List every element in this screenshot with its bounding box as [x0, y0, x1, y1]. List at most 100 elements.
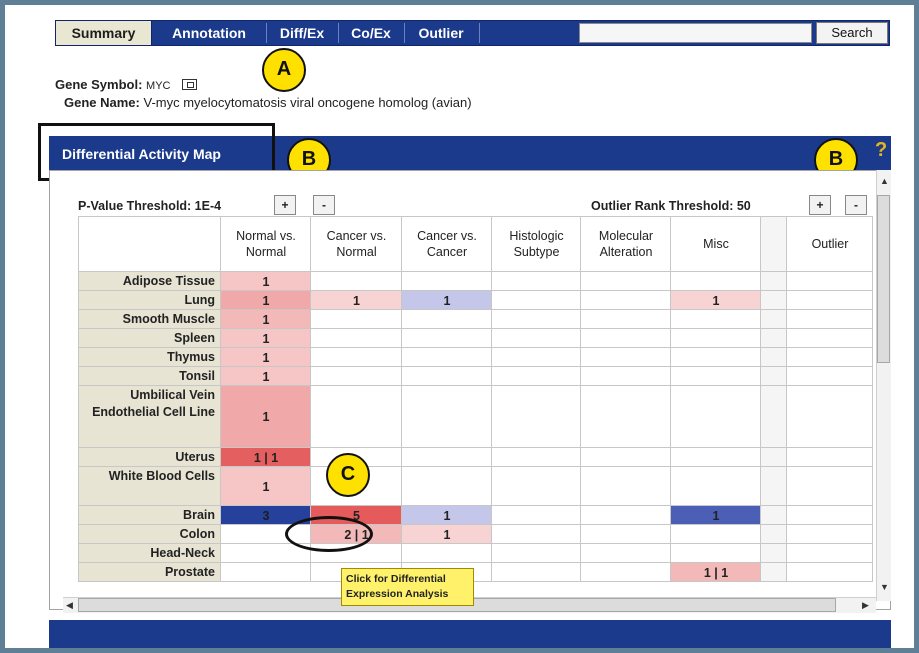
grid-corner [78, 216, 221, 272]
table-cell [492, 544, 581, 563]
row-label: Lung [184, 293, 215, 307]
table-cell [671, 467, 761, 506]
cell-value[interactable]: 1 [221, 291, 311, 311]
table-cell [492, 329, 581, 348]
table-cell [581, 525, 671, 544]
cell-value[interactable]: 1 [221, 272, 311, 292]
gene-name-label: Gene Name: [64, 95, 140, 110]
tab-outlier[interactable]: Outlier [405, 21, 477, 45]
tab-coex[interactable]: Co/Ex [339, 21, 403, 45]
cell-value[interactable]: 1 [311, 291, 402, 311]
row-label: Thymus [167, 350, 215, 364]
table-cell [787, 563, 873, 582]
table-cell [671, 525, 761, 544]
cell-value[interactable]: 1 [671, 506, 761, 526]
table-cell [671, 348, 761, 367]
table-cell [761, 544, 787, 563]
scroll-left-icon[interactable]: ◀ [66, 600, 73, 611]
cell-value[interactable]: 1 | 1 [671, 563, 761, 583]
table-cell [492, 291, 581, 310]
table-cell [581, 506, 671, 525]
pvalue-plus-button[interactable]: + [274, 195, 296, 215]
table-cell [761, 291, 787, 310]
table-cell [671, 329, 761, 348]
scroll-down-icon[interactable]: ▼ [880, 582, 889, 592]
vertical-scroll-thumb[interactable] [877, 195, 890, 363]
cell-value[interactable]: 1 [671, 291, 761, 311]
gene-name-value: V-myc myelocytomatosis viral oncogene ho… [143, 95, 472, 110]
cell-value[interactable]: 1 [221, 477, 311, 497]
row-label: Prostate [164, 565, 215, 579]
cell-value[interactable]: 1 [221, 310, 311, 330]
table-cell [761, 386, 787, 448]
cell-value[interactable]: 1 [221, 329, 311, 349]
frame-border [0, 648, 919, 653]
table-cell [761, 329, 787, 348]
column-header[interactable]: Outlier [787, 236, 873, 252]
table-cell [311, 329, 402, 348]
outlier-plus-button[interactable]: + [809, 195, 831, 215]
table-cell [311, 348, 402, 367]
table-cell [761, 506, 787, 525]
table-cell [492, 367, 581, 386]
table-cell [787, 329, 873, 348]
cell-value[interactable]: 1 | 1 [221, 448, 311, 468]
table-cell [761, 525, 787, 544]
column-header[interactable]: Normal vs. Normal [221, 228, 311, 260]
outlier-minus-button[interactable]: - [845, 195, 867, 215]
row-label: Umbilical Vein Endothelial Cell Line [92, 388, 215, 419]
table-cell [787, 367, 873, 386]
cell-value[interactable]: 1 [402, 291, 492, 311]
table-cell [787, 386, 873, 448]
table-cell [581, 563, 671, 582]
search-input[interactable] [579, 23, 812, 43]
table-cell [402, 544, 492, 563]
folder-icon[interactable] [182, 79, 198, 90]
row-label: Head-Neck [150, 546, 215, 560]
table-cell [311, 310, 402, 329]
column-header[interactable]: Histologic Subtype [492, 228, 581, 260]
cell-value[interactable]: 1 [402, 506, 492, 526]
pvalue-minus-button[interactable]: - [313, 195, 335, 215]
cell-value[interactable]: 1 [221, 348, 311, 368]
table-cell [402, 448, 492, 467]
table-cell [402, 272, 492, 291]
row-label: Spleen [174, 331, 215, 345]
column-header[interactable]: Cancer vs. Cancer [402, 228, 492, 260]
pvalue-threshold: P-Value Threshold: 1E-4 [78, 199, 222, 213]
table-cell [787, 467, 873, 506]
column-header[interactable]: Misc [671, 236, 761, 252]
column-header[interactable]: Cancer vs. Normal [311, 228, 402, 260]
table-cell [787, 291, 873, 310]
table-cell [492, 506, 581, 525]
table-cell [671, 386, 761, 448]
table-cell [581, 544, 671, 563]
table-cell [311, 386, 402, 448]
table-cell [787, 310, 873, 329]
row-label: Adipose Tissue [122, 274, 215, 288]
scroll-right-icon[interactable]: ▶ [862, 600, 869, 611]
table-cell [787, 506, 873, 525]
tab-summary[interactable]: Summary [56, 21, 152, 45]
help-icon[interactable]: ? [875, 139, 887, 162]
row-label: White Blood Cells [108, 469, 215, 483]
gene-symbol-label: Gene Symbol: [55, 77, 143, 92]
tab-diffex[interactable]: Diff/Ex [267, 21, 337, 45]
tab-separator [479, 23, 480, 43]
table-cell [761, 467, 787, 506]
cell-value[interactable]: 1 [221, 367, 311, 387]
table-cell [787, 272, 873, 291]
table-cell [221, 563, 311, 582]
cell-value[interactable]: 1 [221, 407, 311, 427]
tab-annotation[interactable]: Annotation [154, 21, 264, 45]
column-header[interactable]: Molecular Alteration [581, 228, 671, 260]
search-button[interactable]: Search [816, 22, 888, 44]
scroll-up-icon[interactable]: ▲ [880, 176, 889, 186]
table-cell [581, 272, 671, 291]
frame-border [0, 0, 919, 5]
gene-symbol-value: MYC [146, 80, 171, 92]
table-cell [761, 272, 787, 291]
table-cell [402, 329, 492, 348]
table-cell [492, 525, 581, 544]
cell-value[interactable]: 1 [402, 525, 492, 545]
